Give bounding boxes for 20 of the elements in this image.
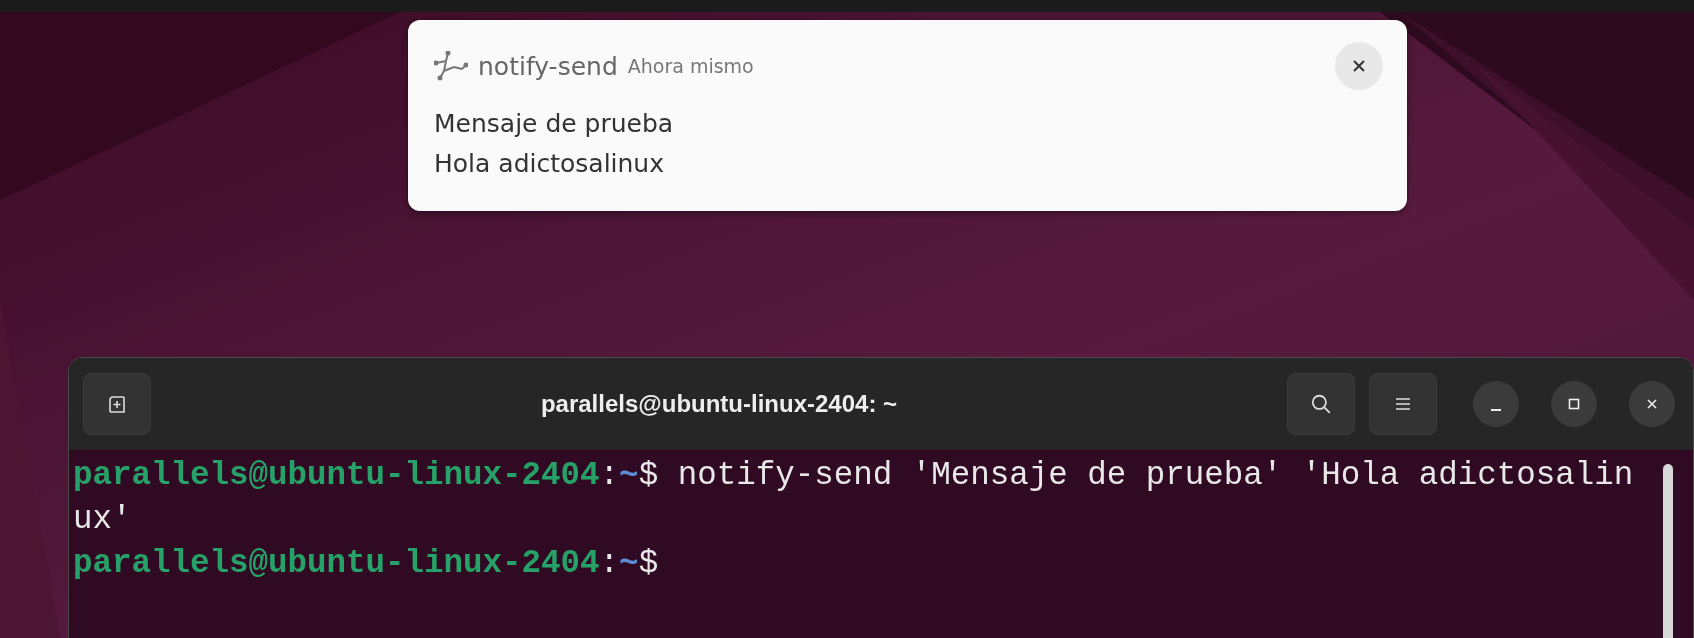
search-icon	[1310, 393, 1332, 415]
minimize-icon	[1491, 409, 1501, 411]
new-tab-icon	[107, 394, 127, 414]
close-button[interactable]	[1335, 42, 1383, 90]
nodes-icon	[434, 51, 468, 81]
search-button[interactable]	[1287, 373, 1355, 435]
app-name: notify-send	[478, 51, 618, 81]
terminal-line: parallels@ubuntu-linux-2404:~$	[73, 544, 660, 584]
maximize-button[interactable]	[1551, 381, 1597, 427]
terminal-line: ux'	[73, 500, 133, 540]
notification-time: Ahora mismo	[627, 55, 755, 77]
terminal-line: parallels@ubuntu-linux-2404:~$ notify-send 'Mensaje de prueba' 'Hola adictosalin	[73, 456, 1635, 496]
window-title: parallels@ubuntu-linux-2404: ~	[539, 390, 899, 418]
close-icon	[1645, 397, 1659, 411]
scrollbar[interactable]	[1663, 464, 1673, 638]
notification-body: Hola adictosalinux	[434, 148, 665, 180]
notification-summary: Mensaje de prueba	[434, 108, 675, 140]
new-tab-button[interactable]	[83, 373, 151, 435]
maximize-icon	[1567, 397, 1581, 411]
close-icon	[1351, 58, 1367, 74]
